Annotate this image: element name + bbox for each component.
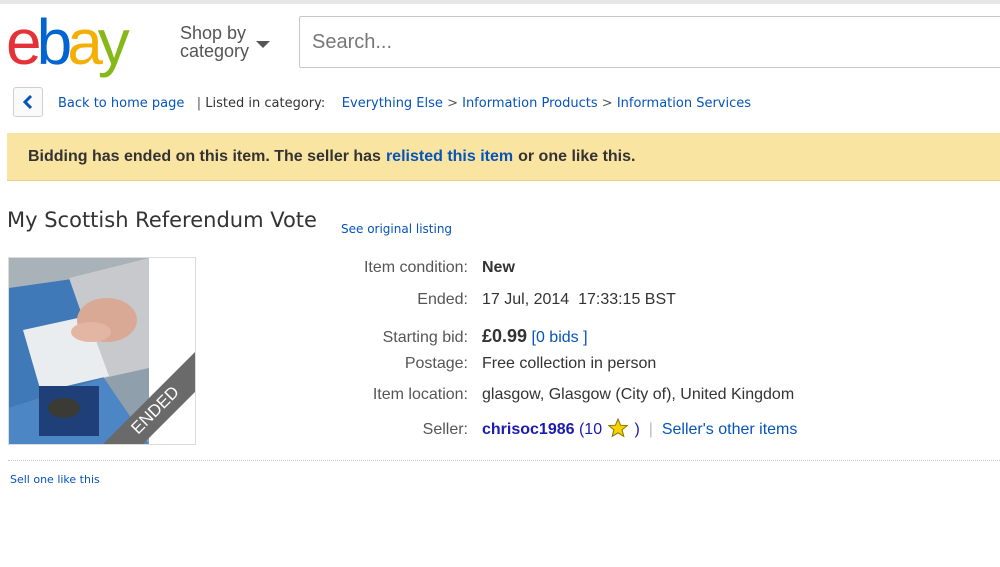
bids-bracket-close: ] [583,329,588,346]
seller-feedback-score[interactable]: (10 [579,421,602,438]
caret-down-icon [256,40,270,48]
bid-count-link[interactable]: 0 bids [536,329,579,346]
seller-feedback-close: ) [634,421,640,438]
seller-separator: | [648,421,653,438]
item-location-label: Item location: [372,386,468,403]
breadcrumb-separator: | [196,96,202,111]
item-condition-label: Item condition: [363,259,468,276]
breadcrumb: Back to home page | Listed in category: … [58,96,751,111]
breadcrumb-arrow: > [601,96,613,111]
ebay-logo[interactable]: ebay [6,6,166,78]
search-input[interactable] [300,17,1000,67]
breadcrumb-category-information-services[interactable]: Information Services [617,96,751,111]
search-box[interactable] [299,16,1000,68]
listed-in-label: Listed in category: [205,96,326,111]
ebay-logo-text: ebay [6,6,130,78]
item-condition-row: Item condition: New [300,259,515,277]
see-original-listing-link[interactable]: See original listing [341,222,452,236]
ended-value: 17 Jul, 2014 17:33:15 BST [482,291,676,308]
breadcrumb-category-everything-else[interactable]: Everything Else [342,96,443,111]
ended-row: Ended: 17 Jul, 2014 17:33:15 BST [300,291,676,309]
starting-bid-value: £0.99 [482,326,528,346]
seller-other-items-link[interactable]: Seller's other items [662,421,798,438]
back-button[interactable] [13,87,43,117]
item-condition-value: New [482,259,515,276]
notice-text-before: Bidding has ended on this item. The sell… [28,147,381,165]
breadcrumb-arrow: > [447,96,458,111]
starting-bid-label: Starting bid: [382,329,468,346]
postage-label: Postage: [404,355,468,372]
item-location-value: glasgow, Glasgow (City of), United Kingd… [482,386,795,403]
starting-bid-row: Starting bid: £0.99 [0 bids ] [300,326,588,347]
seller-row: Seller: chrisoc1986 (10 ) | Seller's oth… [300,413,797,439]
item-picture[interactable]: ENDED [8,257,196,445]
notice-text-after: or one like this. [518,147,636,165]
postage-row: Postage: Free collection in person [300,355,656,373]
relisted-item-link[interactable]: relisted this item [386,148,513,166]
item-title: My Scottish Referendum Vote [7,208,317,232]
item-photo [9,258,149,444]
chevron-left-icon [22,95,33,109]
back-to-home-link[interactable]: Back to home page [58,96,184,111]
divider [8,460,1000,461]
shop-by-category-label: Shop by category [180,23,250,61]
ended-label: Ended: [417,291,468,308]
seller-label: Seller: [422,421,468,438]
seller-name-link[interactable]: chrisoc1986 [482,421,575,438]
sell-one-like-this-link[interactable]: Sell one like this [10,473,100,486]
breadcrumb-category-information-products[interactable]: Information Products [462,96,598,111]
star-icon [608,418,629,438]
postage-value: Free collection in person [482,355,657,372]
shop-by-category-button[interactable]: Shop by category [180,24,270,60]
item-location-row: Item location: glasgow, Glasgow (City of)… [300,386,794,404]
bidding-ended-notice: Bidding has ended on this item. The sell… [7,133,1000,181]
top-border [0,0,1000,4]
